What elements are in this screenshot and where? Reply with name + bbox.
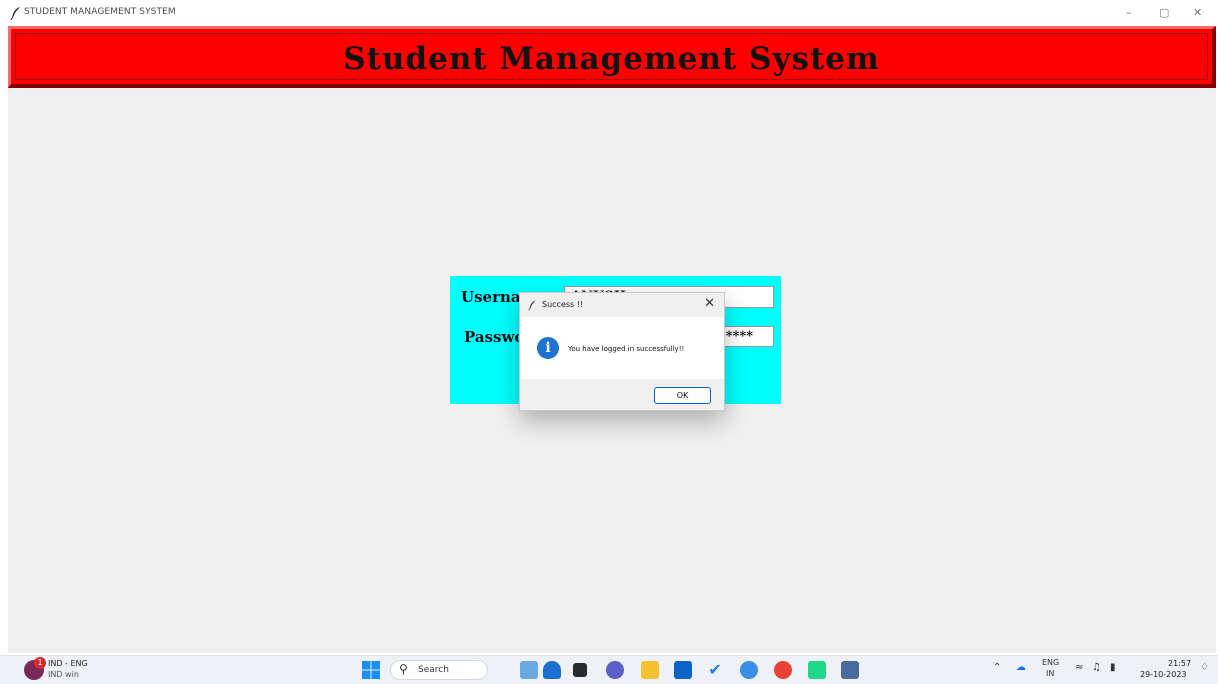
- dialog-close-button[interactable]: ✕: [704, 296, 715, 311]
- maximize-button[interactable]: ▢: [1159, 6, 1169, 19]
- window-title: STUDENT MANAGEMENT SYSTEM: [24, 7, 176, 17]
- task-view-icon[interactable]: [573, 663, 587, 677]
- dialog-body: i You have logged in successfully!!: [520, 317, 724, 379]
- taskbar-app-2-icon[interactable]: [543, 661, 561, 679]
- ok-button[interactable]: OK: [654, 387, 711, 404]
- success-dialog: Success !! ✕ i You have logged in succes…: [519, 292, 725, 411]
- search-icon: ⚲: [399, 662, 408, 676]
- page-title: Student Management System: [343, 41, 880, 77]
- dialog-message: You have logged in successfully!!: [568, 345, 685, 353]
- python-app-icon[interactable]: [841, 661, 859, 679]
- info-icon: i: [537, 337, 559, 359]
- tray-language-bottom[interactable]: IN: [1046, 669, 1054, 678]
- minimize-button[interactable]: –: [1126, 6, 1132, 19]
- onedrive-icon[interactable]: ☁: [1016, 662, 1026, 673]
- mail-icon[interactable]: [674, 661, 692, 679]
- notification-badge: 1: [34, 657, 46, 669]
- chrome-icon[interactable]: [774, 661, 792, 679]
- clock-date[interactable]: 29-10-2023: [1140, 670, 1187, 679]
- volume-icon[interactable]: ♫: [1092, 662, 1101, 673]
- taskbar: 1 IND - ENG IND win ⚲ Search ✔ ⌃ ☁ ENG I…: [0, 655, 1218, 684]
- window-titlebar: STUDENT MANAGEMENT SYSTEM – ▢ ✕: [0, 0, 1218, 26]
- feather-icon: [10, 7, 20, 20]
- pycharm-icon[interactable]: [808, 661, 826, 679]
- taskbar-app-1-icon[interactable]: [520, 661, 538, 679]
- wifi-icon[interactable]: ≈: [1075, 662, 1083, 673]
- chat-icon[interactable]: [606, 661, 624, 679]
- search-label: Search: [418, 665, 449, 675]
- file-explorer-icon[interactable]: [641, 661, 659, 679]
- settings-app-icon[interactable]: [740, 661, 758, 679]
- dialog-titlebar: Success !! ✕: [520, 293, 724, 317]
- clock-time[interactable]: 21:57: [1168, 659, 1191, 668]
- windows-start-icon[interactable]: [362, 661, 380, 679]
- close-window-button[interactable]: ✕: [1193, 6, 1202, 19]
- todo-icon[interactable]: ✔: [706, 661, 724, 679]
- tray-language-top[interactable]: ENG: [1042, 658, 1059, 667]
- dialog-title: Success !!: [542, 300, 584, 309]
- feather-icon: [528, 300, 536, 311]
- chevron-up-icon[interactable]: ⌃: [993, 662, 1001, 673]
- battery-icon[interactable]: ▮: [1110, 662, 1116, 673]
- header-banner: Student Management System: [8, 26, 1216, 88]
- widget-text-primary: IND - ENG: [48, 659, 88, 668]
- bell-icon[interactable]: ♢: [1200, 662, 1209, 673]
- widget-text-secondary: IND win: [48, 670, 79, 679]
- taskbar-search[interactable]: ⚲ Search: [390, 660, 488, 680]
